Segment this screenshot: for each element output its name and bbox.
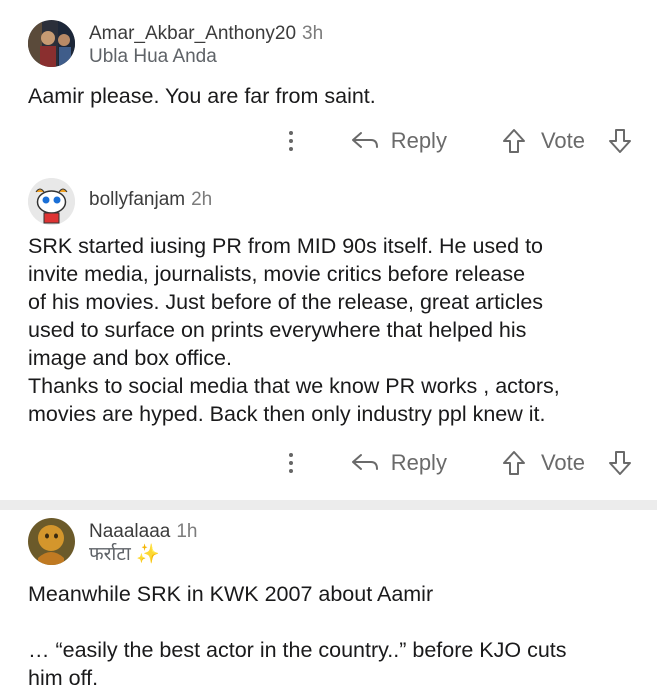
comment-body: SRK started iusing PR from MID 90s itsel… (28, 234, 560, 426)
comment-2: bollyfanjam 2h SRK started iusing PR from… (0, 164, 657, 486)
comment-actions: Reply Vote (28, 440, 633, 486)
comment-meta: Naaalaaa 1h फर्राटा ✨ (89, 518, 197, 566)
reply-button[interactable]: Reply (351, 450, 447, 476)
comment-3: Naaalaaa 1h फर्राटा ✨ Meanwhile SRK in KW… (0, 510, 657, 692)
more-options-icon[interactable] (288, 131, 293, 151)
comment-body: Aamir please. You are far from saint. (28, 84, 376, 108)
thread-divider (0, 500, 657, 510)
upvote-button[interactable]: Vote (501, 450, 595, 476)
comment-actions: Reply Vote (28, 118, 633, 164)
downvote-arrow-icon[interactable] (607, 450, 633, 476)
reply-label: Reply (390, 450, 447, 475)
upvote-arrow-icon (502, 451, 525, 475)
comment-header: bollyfanjam 2h (28, 178, 633, 230)
avatar[interactable] (28, 20, 75, 67)
comment-header: Naaalaaa 1h फर्राटा ✨ (28, 518, 633, 570)
reply-button[interactable]: Reply (351, 128, 447, 154)
comment-header: Amar_Akbar_Anthony20 3h Ubla Hua Anda (28, 20, 633, 72)
reply-arrow-icon (351, 132, 378, 148)
user-flair: फर्राटा ✨ (89, 544, 160, 565)
username[interactable]: Amar_Akbar_Anthony20 (89, 23, 296, 44)
avatar[interactable] (28, 178, 75, 225)
more-options-icon[interactable] (288, 453, 293, 473)
timestamp: 3h (302, 23, 324, 44)
upvote-arrow-icon (502, 129, 525, 153)
comment-body: Meanwhile SRK in KWK 2007 about Aamir … … (28, 582, 567, 690)
avatar[interactable] (28, 518, 75, 565)
username[interactable]: bollyfanjam (89, 189, 185, 210)
timestamp: 1h (176, 521, 198, 542)
comment-1: Amar_Akbar_Anthony20 3h Ubla Hua Anda Aam… (0, 0, 657, 164)
vote-label: Vote (540, 450, 585, 475)
vote-label: Vote (540, 128, 585, 153)
username[interactable]: Naaalaaa (89, 521, 170, 542)
comment-meta: Amar_Akbar_Anthony20 3h Ubla Hua Anda (89, 20, 323, 68)
user-flair: Ubla Hua Anda (89, 46, 217, 67)
upvote-button[interactable]: Vote (501, 128, 595, 154)
downvote-arrow-icon[interactable] (607, 128, 633, 154)
timestamp: 2h (191, 189, 213, 210)
reply-arrow-icon (351, 454, 378, 470)
reply-label: Reply (390, 128, 447, 153)
comment-meta: bollyfanjam 2h (89, 178, 212, 212)
